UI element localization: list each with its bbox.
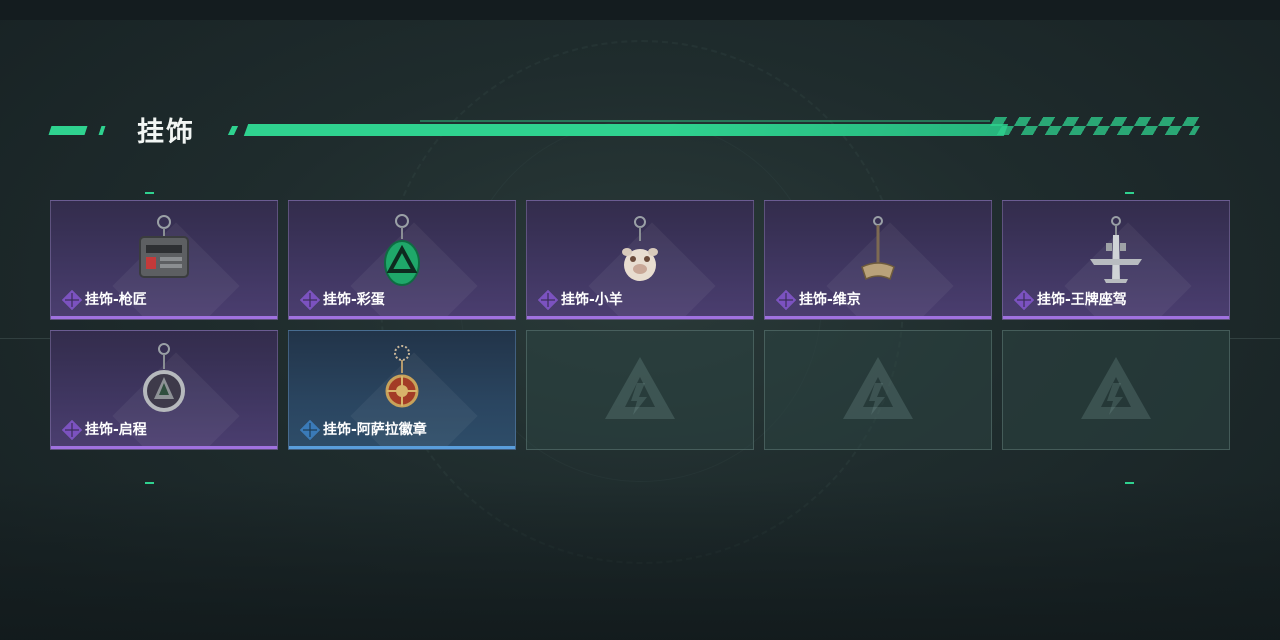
charm-card-departure[interactable]: 挂饰-启程 <box>50 330 278 450</box>
rarity-diamond-icon <box>62 290 82 310</box>
section-title: 挂饰 <box>137 117 195 148</box>
charm-label: 挂饰-启程 <box>85 422 147 438</box>
corner-mark <box>145 482 154 484</box>
charm-label: 挂饰-枪匠 <box>85 292 147 308</box>
header-dash-small <box>98 126 106 135</box>
rarity-bar <box>289 446 515 449</box>
departure-charm-icon <box>143 343 185 412</box>
rarity-bar <box>289 316 515 319</box>
header-thin-line <box>420 120 990 122</box>
guide-line-right <box>1230 338 1280 339</box>
charm-card-asala-badge[interactable]: 挂饰-阿萨拉徽章 <box>288 330 516 450</box>
empty-slot[interactable] <box>1002 330 1230 450</box>
charm-label: 挂饰-维京 <box>799 292 861 308</box>
charm-card-gunsmith[interactable]: 挂饰-枪匠 <box>50 200 278 320</box>
rarity-bar <box>51 446 277 449</box>
charm-label: 挂饰-阿萨拉徽章 <box>323 422 427 438</box>
viking-charm-icon <box>861 216 895 281</box>
rarity-bar <box>527 316 753 319</box>
header-dash <box>48 126 88 135</box>
guide-line-left <box>0 338 50 339</box>
rarity-diamond-icon <box>776 290 796 310</box>
jet-plane-charm-icon <box>1090 216 1142 283</box>
rarity-diamond-icon <box>300 420 320 440</box>
charm-card-viking[interactable]: 挂饰-维京 <box>764 200 992 320</box>
rarity-diamond-icon <box>1014 290 1034 310</box>
rarity-bar <box>765 316 991 319</box>
rarity-diamond-icon <box>300 290 320 310</box>
charm-card-jet[interactable]: 挂饰-王牌座驾 <box>1002 200 1230 320</box>
rarity-diamond-icon <box>62 420 82 440</box>
charm-label: 挂饰-小羊 <box>561 292 623 308</box>
empty-slot[interactable] <box>526 330 754 450</box>
header-bar <box>243 124 1009 136</box>
header-bar-tick <box>227 126 239 135</box>
bottom-fade <box>0 480 1280 640</box>
rarity-bar <box>51 316 277 319</box>
gunsmith-charm-icon <box>139 215 189 278</box>
corner-mark <box>1125 482 1134 484</box>
corner-mark <box>145 192 154 194</box>
rarity-diamond-icon <box>538 290 558 310</box>
charm-card-lamb[interactable]: 挂饰-小羊 <box>526 200 754 320</box>
rarity-bar <box>1003 316 1229 319</box>
charm-label: 挂饰-彩蛋 <box>323 292 385 308</box>
header-checker-pattern <box>984 117 1206 135</box>
charm-grid: 挂饰-枪匠 挂饰-彩蛋 挂饰-小羊 挂饰-维京 挂饰-王牌座驾 挂饰-启程 挂饰… <box>50 200 1230 450</box>
game-logo-icon <box>843 357 913 419</box>
lamb-charm-icon <box>622 216 658 281</box>
charm-card-easter-egg[interactable]: 挂饰-彩蛋 <box>288 200 516 320</box>
asala-badge-charm-icon <box>385 345 419 408</box>
easter-egg-charm-icon <box>384 214 420 286</box>
game-logo-icon <box>605 357 675 419</box>
charm-label: 挂饰-王牌座驾 <box>1037 292 1127 308</box>
corner-mark <box>1125 192 1134 194</box>
empty-slot[interactable] <box>764 330 992 450</box>
top-strip <box>0 0 1280 20</box>
game-logo-icon <box>1081 357 1151 419</box>
